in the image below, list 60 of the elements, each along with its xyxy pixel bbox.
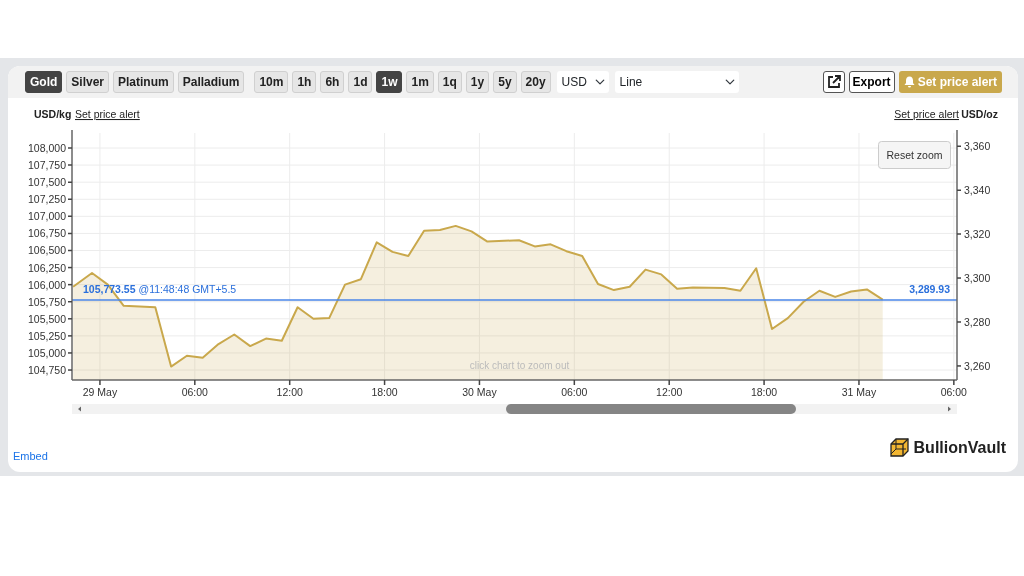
- reset-zoom-button[interactable]: Reset zoom: [878, 141, 951, 169]
- axis-label: 105,000: [28, 346, 66, 359]
- axis-label: 104,750: [28, 364, 66, 377]
- tab-button[interactable]: 1w: [376, 71, 403, 93]
- axis-label: 105,500: [28, 312, 66, 325]
- axis-label: 3,280: [964, 316, 991, 328]
- dropdown[interactable]: Line: [614, 71, 739, 93]
- logo-text: BullionVault: [913, 438, 1006, 458]
- tab-button[interactable]: 1d: [348, 71, 373, 93]
- axis-label: 06:00: [561, 386, 588, 398]
- axis-label: 107,500: [28, 176, 66, 189]
- axis-label: 3,360: [964, 140, 991, 153]
- axis-label: 107,250: [28, 193, 66, 206]
- axis-label: 3,260: [964, 359, 991, 372]
- share-button[interactable]: [822, 71, 845, 93]
- axis-label: 105,250: [28, 329, 66, 342]
- external-link-icon: [826, 75, 841, 89]
- dropdown[interactable]: USD: [556, 71, 609, 93]
- axis-label: 29 May: [82, 386, 118, 398]
- axis-label: 3,300: [964, 272, 991, 285]
- tab-button[interactable]: Gold: [25, 71, 63, 93]
- current-price-label: 3,289.93: [909, 283, 950, 296]
- bell-icon: [903, 76, 915, 88]
- axis-label: 108,000: [28, 142, 66, 155]
- tab-button[interactable]: 1y: [465, 71, 490, 93]
- tab-button[interactable]: 5y: [493, 71, 517, 93]
- axis-label: 107,000: [28, 210, 66, 223]
- axis-label: 105,750: [28, 295, 66, 308]
- axis-label: 06:00: [181, 386, 208, 398]
- axis-label: 12:00: [656, 386, 683, 398]
- tab-button[interactable]: 1h: [292, 71, 317, 93]
- axis-label: 18:00: [371, 386, 398, 398]
- set-price-alert-link[interactable]: Set price alert: [894, 108, 959, 120]
- axis-label: 12:00: [276, 386, 303, 398]
- axis-label: 106,000: [28, 278, 66, 291]
- axis-label: 06:00: [940, 386, 967, 398]
- axis-label: 3,320: [964, 228, 991, 241]
- axis-title: USD/kg: [34, 108, 72, 120]
- export-button[interactable]: Export: [848, 71, 895, 93]
- tab-button[interactable]: 6h: [320, 71, 345, 93]
- set-price-alert-link[interactable]: Set price alert: [75, 108, 140, 120]
- axis-label: 18:00: [750, 386, 778, 398]
- tab-button[interactable]: 1q: [437, 71, 462, 93]
- axis-label: 106,500: [28, 244, 66, 257]
- axis-title: USD/oz: [961, 108, 998, 120]
- tab-button[interactable]: Silver: [66, 71, 110, 93]
- scrollbar-thumb[interactable]: [506, 404, 796, 414]
- axis-label: 30 May: [462, 386, 497, 398]
- embed-link[interactable]: Embed: [13, 447, 48, 464]
- tab-button[interactable]: Palladium: [177, 71, 245, 93]
- tab-button[interactable]: 10m: [254, 71, 289, 93]
- cube-logo-icon: [887, 437, 910, 459]
- axis-label: 3,340: [964, 184, 991, 197]
- axis-label: 106,750: [28, 227, 66, 240]
- tab-button[interactable]: 1m: [406, 71, 434, 93]
- axis-label: 31 May: [841, 386, 877, 398]
- axis-label: 106,250: [28, 261, 66, 274]
- tab-button[interactable]: 20y: [520, 71, 551, 93]
- tab-button[interactable]: Platinum: [113, 71, 174, 93]
- axis-label: 107,750: [28, 159, 66, 172]
